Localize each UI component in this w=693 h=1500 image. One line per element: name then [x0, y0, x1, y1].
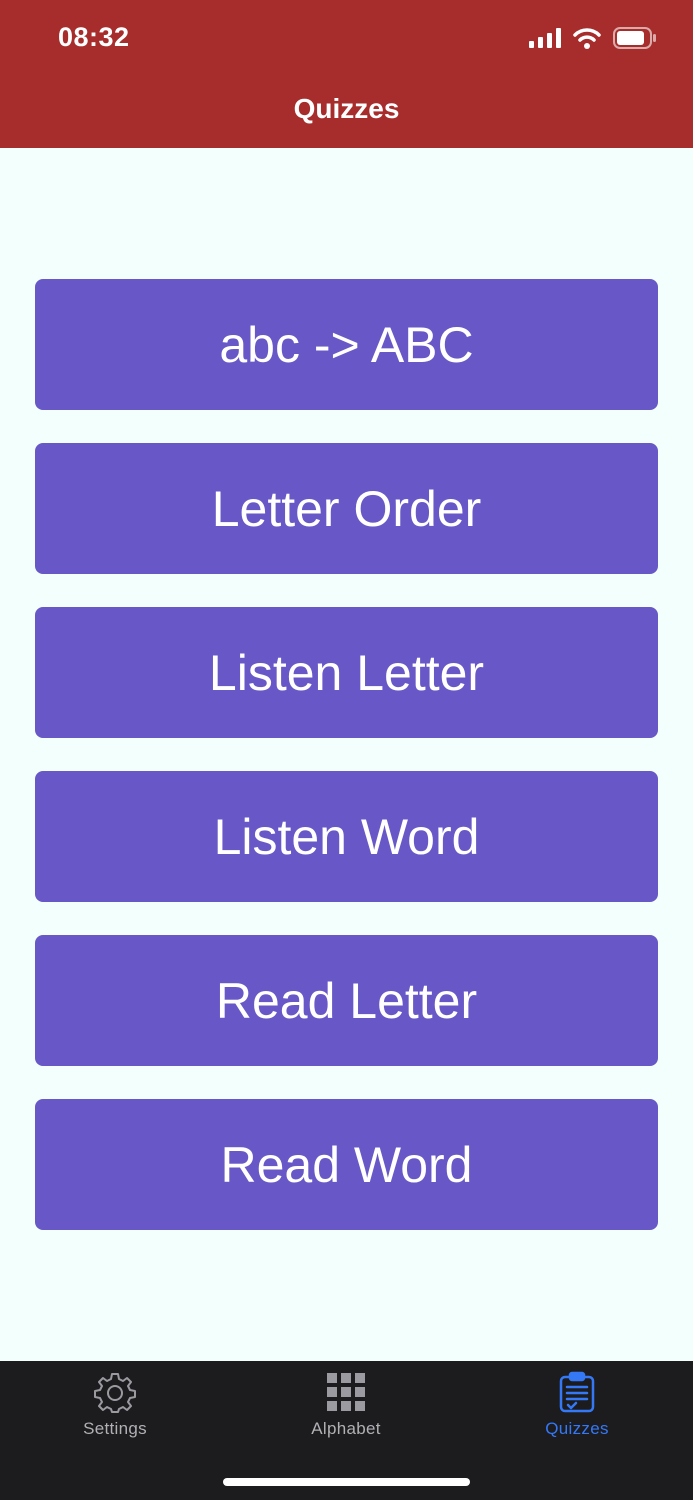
quiz-button-listen-letter[interactable]: Listen Letter: [35, 607, 658, 738]
wifi-icon: [573, 28, 601, 49]
tab-quizzes[interactable]: Quizzes: [497, 1371, 657, 1451]
tab-settings[interactable]: Settings: [35, 1371, 195, 1451]
quiz-button-read-letter[interactable]: Read Letter: [35, 935, 658, 1066]
battery-icon: [613, 27, 656, 49]
grid-icon: [327, 1373, 365, 1411]
status-time: 08:32: [58, 22, 130, 52]
status-icons: [529, 24, 657, 52]
tab-alphabet-label: Alphabet: [311, 1419, 381, 1438]
app-header: 08:32 Quizzes: [0, 0, 693, 148]
quiz-button-read-word[interactable]: Read Word: [35, 1099, 658, 1230]
tab-settings-label: Settings: [83, 1419, 147, 1438]
quiz-content: abc -> ABC Letter Order Listen Letter Li…: [0, 148, 693, 1361]
cellular-signal-icon: [529, 28, 561, 48]
home-indicator: [223, 1478, 470, 1486]
tab-alphabet[interactable]: Alphabet: [266, 1371, 426, 1451]
quiz-button-letter-order[interactable]: Letter Order: [35, 443, 658, 574]
quiz-button-listen-word[interactable]: Listen Word: [35, 771, 658, 902]
clipboard-icon: [559, 1371, 595, 1413]
tab-quizzes-label: Quizzes: [545, 1419, 609, 1438]
quiz-button-abc-to-upper[interactable]: abc -> ABC: [35, 279, 658, 410]
page-title: Quizzes: [293, 93, 400, 124]
gear-icon: [94, 1373, 136, 1413]
quiz-list: abc -> ABC Letter Order Listen Letter Li…: [35, 279, 658, 1230]
